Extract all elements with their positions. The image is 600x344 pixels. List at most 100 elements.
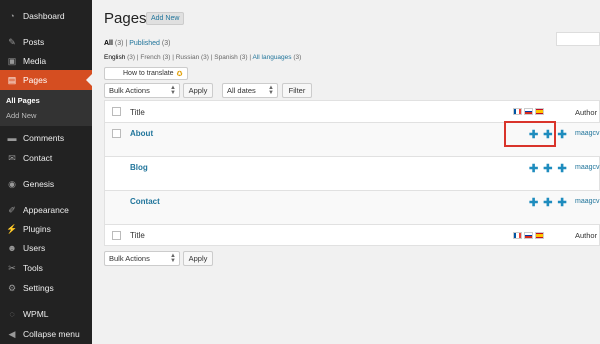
page-title-link[interactable]: Blog: [130, 163, 148, 172]
submenu-add-new[interactable]: Add New: [6, 111, 36, 120]
sidebar-item-label: Pages: [23, 75, 48, 85]
collapse-icon: ◀: [8, 328, 16, 339]
column-title-footer[interactable]: Title: [130, 231, 145, 240]
view-published-count: (3): [161, 40, 171, 47]
dates-label: All dates: [227, 86, 256, 95]
users-icon: ☻: [7, 243, 17, 253]
table-header-row: Title Author: [105, 101, 600, 123]
page-title-link[interactable]: Contact: [130, 197, 160, 206]
add-new-button[interactable]: Add New: [146, 12, 185, 25]
sidebar-item-media[interactable]: ▣ Media: [0, 51, 92, 71]
sidebar-item-label: Plugins: [23, 224, 51, 234]
bulk-actions-label: Bulk Actions: [109, 86, 150, 95]
sidebar-item-label: Genesis: [23, 179, 55, 189]
sidebar-item-posts[interactable]: ✎ Posts: [0, 32, 92, 52]
sidebar-item-wpml[interactable]: ◌ WPML: [0, 304, 92, 324]
sidebar-item-label: Posts: [23, 37, 45, 47]
language-flags-footer: [513, 232, 544, 239]
bulk-actions-select-top[interactable]: Bulk Actions ▲ ▼: [104, 83, 180, 98]
genesis-icon: ◉: [8, 178, 16, 189]
lang-russian-count: (3): [201, 54, 209, 61]
updown-arrow-icon: ▲ ▼: [170, 253, 176, 264]
add-translation-spanish-icon[interactable]: ✚: [557, 130, 566, 141]
sidebar-item-pages[interactable]: ▤ Pages: [0, 70, 92, 90]
pages-icon: ▤: [7, 74, 17, 85]
lang-spanish[interactable]: Spanish: [214, 54, 238, 61]
tools-icon: ✂: [8, 262, 16, 273]
view-all-label[interactable]: All: [104, 40, 113, 47]
how-to-translate-button[interactable]: How to translate ✪: [104, 67, 188, 80]
main-content: Pages Add New All (3) | Published (3) En…: [92, 0, 600, 344]
column-author-header: Author: [575, 108, 598, 117]
apply-button-top[interactable]: Apply: [183, 83, 213, 98]
sidebar-item-label: Settings: [23, 283, 54, 293]
search-input[interactable]: [556, 32, 600, 46]
lang-all-count: (3): [293, 54, 302, 61]
sidebar-item-genesis[interactable]: ◉ Genesis: [0, 174, 92, 194]
translation-add-group: ✚ ✚ ✚: [529, 164, 567, 175]
pin-icon: ✎: [8, 36, 16, 47]
sidebar-item-settings[interactable]: ⚙ Settings: [0, 278, 92, 298]
how-to-translate-label: How to translate: [123, 70, 174, 77]
add-translation-spanish-icon[interactable]: ✚: [557, 164, 566, 175]
lang-russian[interactable]: Russian: [176, 54, 199, 61]
sidebar-item-collapse-menu[interactable]: ◀ Collapse menu: [0, 324, 92, 344]
russian-flag-icon: [524, 108, 533, 115]
translation-add-group: ✚ ✚ ✚: [529, 198, 567, 209]
sidebar-item-comments[interactable]: ▬ Comments: [0, 128, 92, 148]
wpml-icon: ◌: [9, 309, 15, 319]
submenu-all-pages[interactable]: All Pages: [6, 96, 40, 105]
sidebar-item-appearance[interactable]: ✐ Appearance: [0, 200, 92, 220]
lang-spanish-count: (3): [239, 54, 248, 61]
sidebar-item-contact[interactable]: ✉ Contact: [0, 148, 92, 168]
dashboard-icon: ◔: [9, 11, 15, 21]
sidebar-item-label: Users: [23, 243, 46, 253]
lang-english[interactable]: English: [104, 54, 125, 61]
view-all-count: (3): [114, 40, 124, 47]
page-title-link[interactable]: About: [130, 129, 153, 138]
plugins-icon: ⚡: [6, 223, 18, 234]
select-all-checkbox-footer[interactable]: [112, 231, 121, 240]
sidebar-item-label: Collapse menu: [23, 329, 80, 339]
add-translation-russian-icon[interactable]: ✚: [543, 198, 552, 209]
author-link[interactable]: maagcv: [575, 164, 600, 171]
bulk-actions-select-bottom[interactable]: Bulk Actions ▲ ▼: [104, 251, 180, 266]
spanish-flag-icon: [535, 108, 544, 115]
author-link[interactable]: maagcv: [575, 130, 600, 137]
language-filter: English (3) | French (3) | Russian (3) |…: [104, 54, 302, 61]
french-flag-icon: [513, 232, 522, 239]
sidebar-item-plugins[interactable]: ⚡ Plugins: [0, 219, 92, 239]
view-separator: |: [125, 40, 128, 47]
appearance-icon: ✐: [8, 204, 16, 215]
filter-button[interactable]: Filter: [282, 83, 312, 98]
sidebar-item-dashboard[interactable]: ◔ Dashboard: [0, 6, 92, 26]
gear-icon: ✪: [176, 70, 183, 78]
add-translation-french-icon[interactable]: ✚: [529, 198, 538, 209]
dates-select[interactable]: All dates ▲ ▼: [222, 83, 278, 98]
pages-submenu: All Pages Add New: [0, 90, 92, 126]
add-translation-spanish-icon[interactable]: ✚: [557, 198, 566, 209]
lang-english-count: (3): [127, 54, 136, 61]
author-link[interactable]: maagcv: [575, 198, 600, 205]
add-translation-french-icon[interactable]: ✚: [529, 164, 538, 175]
column-title-header[interactable]: Title: [130, 108, 145, 117]
view-published-link[interactable]: Published: [129, 40, 160, 47]
spanish-flag-icon: [535, 232, 544, 239]
sidebar-item-label: Comments: [23, 133, 65, 143]
select-all-checkbox[interactable]: [112, 107, 121, 116]
apply-button-bottom[interactable]: Apply: [183, 251, 213, 266]
admin-sidebar: ◔ Dashboard ✎ Posts ▣ Media ▤ Pages ▬ Comments ✉ Co…: [0, 0, 92, 344]
add-translation-russian-icon[interactable]: ✚: [543, 164, 552, 175]
media-icon: ▣: [7, 55, 17, 66]
page-title: Pages: [104, 10, 147, 27]
lang-french[interactable]: French: [140, 54, 160, 61]
russian-flag-icon: [524, 232, 533, 239]
sidebar-item-tools[interactable]: ✂ Tools: [0, 258, 92, 278]
french-flag-icon: [513, 108, 522, 115]
language-flags: [513, 108, 544, 115]
bulk-actions-label: Bulk Actions: [109, 254, 150, 263]
lang-all-link[interactable]: All languages: [253, 54, 292, 61]
row-checkbox[interactable]: [112, 129, 121, 138]
column-author-footer: Author: [575, 231, 598, 240]
sidebar-item-users[interactable]: ☻ Users: [0, 238, 92, 258]
